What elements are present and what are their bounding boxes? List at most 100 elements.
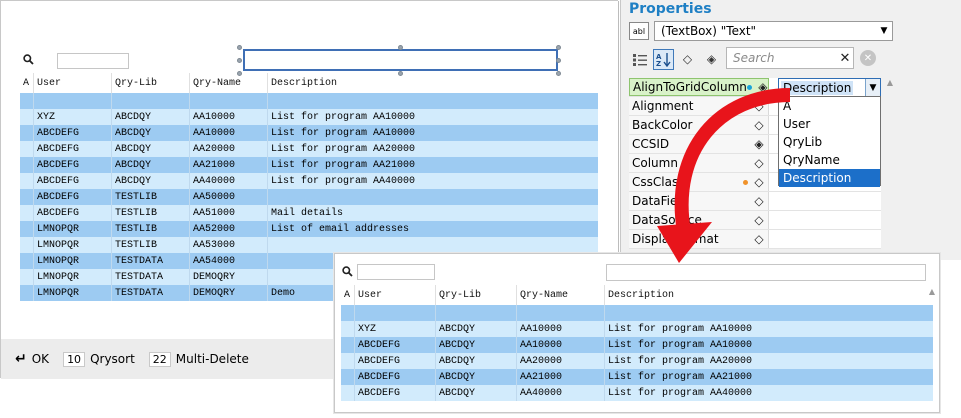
table-row[interactable] xyxy=(341,305,933,321)
properties-title: Properties xyxy=(629,1,712,17)
table-cell: ABCDQY xyxy=(112,173,190,189)
table-cell: LMNOPQR xyxy=(34,269,112,285)
table-cell xyxy=(20,237,34,253)
property-row[interactable]: DataField ◇ xyxy=(629,192,881,211)
selected-textbox[interactable] xyxy=(243,49,558,71)
column-header[interactable]: Description xyxy=(605,285,925,305)
table-row[interactable]: ABCDEFG ABCDQY AA21000 List for program AA2… xyxy=(20,157,598,173)
resize-handle[interactable] xyxy=(556,45,561,50)
property-search-input[interactable]: Search ✕ xyxy=(726,47,854,69)
textbox-type-icon: abl xyxy=(629,22,649,40)
multi-delete-key[interactable]: 22 Multi-Delete xyxy=(148,351,249,367)
property-label: Column xyxy=(632,156,678,170)
grid-scrollbar[interactable]: ▲ xyxy=(927,287,937,407)
table-cell: ABCDQY xyxy=(436,337,517,353)
table-row[interactable]: ABCDEFG ABCDQY AA10000 List for program AA1… xyxy=(20,125,598,141)
table-row[interactable]: XYZ ABCDQY AA10000 List for program AA10000 xyxy=(20,109,598,125)
cancel-search-icon[interactable]: ✕ xyxy=(860,50,876,66)
chevron-down-icon[interactable]: ▼ xyxy=(876,26,892,36)
column-header[interactable]: Qry-Name xyxy=(190,73,268,93)
property-row[interactable]: DataSource ◇ xyxy=(629,211,881,230)
table-row[interactable] xyxy=(20,93,598,109)
clear-icon[interactable]: ✕ xyxy=(837,51,853,66)
filter-input[interactable] xyxy=(357,264,435,280)
table-row[interactable]: ABCDEFG TESTLIB AA51000 Mail details xyxy=(20,205,598,221)
table-row[interactable]: ABCDEFG ABCDQY AA20000 List for program AA2… xyxy=(20,141,598,157)
table-cell: ABCDQY xyxy=(112,157,190,173)
description-filter-input[interactable] xyxy=(606,264,926,281)
table-cell: TESTLIB xyxy=(112,237,190,253)
alphabetical-sort-icon[interactable]: AZ xyxy=(653,48,674,70)
chevron-down-icon[interactable]: ▼ xyxy=(865,79,880,96)
column-header[interactable]: A xyxy=(20,73,34,93)
table-row[interactable]: ABCDEFG ABCDQY AA21000 List for program AA2… xyxy=(341,369,933,385)
property-value[interactable] xyxy=(769,211,881,229)
table-cell: ABCDQY xyxy=(436,353,517,369)
property-label: AlignToGridColumn xyxy=(633,80,747,94)
dropdown-option[interactable]: QryLib xyxy=(779,133,880,151)
property-name: DataSource ◇ xyxy=(629,211,769,229)
qrysort-key[interactable]: 10 Qrysort xyxy=(63,351,135,367)
property-diamond-icon[interactable]: ◈ xyxy=(758,80,768,94)
property-diamond-icon[interactable]: ◇ xyxy=(754,232,764,246)
dropdown-option[interactable]: A xyxy=(779,97,880,115)
column-header[interactable]: User xyxy=(34,73,112,93)
svg-text:Z: Z xyxy=(656,60,661,67)
events-diamond-icon[interactable]: ◈ xyxy=(701,49,722,70)
property-diamond-icon[interactable]: ◇ xyxy=(754,156,764,170)
property-diamond-icon[interactable]: ◈ xyxy=(754,137,764,151)
resize-handle[interactable] xyxy=(556,58,561,63)
table-row[interactable]: LMNOPQR TESTLIB AA52000 List of email addre… xyxy=(20,221,598,237)
property-row[interactable]: DisplayFormat ◇ xyxy=(629,230,881,249)
table-row[interactable]: XYZ ABCDQY AA10000 List for program AA10000 xyxy=(341,321,933,337)
table-cell: ABCDEFG xyxy=(355,353,436,369)
align-value: Description xyxy=(781,80,854,95)
column-header[interactable]: Qry-Lib xyxy=(436,285,517,305)
table-cell: List for program AA20000 xyxy=(608,355,753,367)
categorized-view-icon[interactable] xyxy=(629,49,650,70)
dropdown-option[interactable]: User xyxy=(779,115,880,133)
property-value[interactable] xyxy=(769,230,881,248)
scroll-up-icon[interactable]: ▲ xyxy=(927,287,937,296)
table-row[interactable]: ABCDEFG ABCDQY AA20000 List for program AA2… xyxy=(341,353,933,369)
scroll-up-icon[interactable]: ▲ xyxy=(885,78,895,87)
object-combo[interactable]: (TextBox) "Text" ▼ xyxy=(654,21,893,41)
table-cell: LMNOPQR xyxy=(34,253,112,269)
property-diamond-icon[interactable]: ◇ xyxy=(754,213,764,227)
table-cell xyxy=(20,221,34,237)
table-row[interactable]: LMNOPQR TESTLIB AA53000 xyxy=(20,237,598,253)
table-row[interactable]: ABCDEFG TESTLIB AA50000 xyxy=(20,189,598,205)
table-row[interactable]: ABCDEFG ABCDQY AA10000 List for program AA1… xyxy=(341,337,933,353)
table-row[interactable]: ABCDEFG ABCDQY AA40000 List for program AA4… xyxy=(341,385,933,401)
table-cell: AA10000 xyxy=(517,337,605,353)
property-diamond-icon[interactable]: ◇ xyxy=(754,99,764,113)
column-header[interactable]: User xyxy=(355,285,436,305)
properties-diamond-icon[interactable]: ◇ xyxy=(677,49,698,70)
align-to-grid-column-combo[interactable]: Description ▼ xyxy=(778,78,881,97)
property-diamond-icon[interactable]: ◇ xyxy=(754,175,764,189)
column-header[interactable]: A xyxy=(341,285,355,305)
property-diamond-icon[interactable]: ◇ xyxy=(754,118,764,132)
table-row[interactable]: ABCDEFG ABCDQY AA40000 List for program AA4… xyxy=(20,173,598,189)
filter-input[interactable] xyxy=(57,53,129,69)
dropdown-option[interactable]: Description xyxy=(779,169,880,187)
table-cell xyxy=(20,205,34,221)
column-header[interactable]: Qry-Name xyxy=(517,285,605,305)
column-header[interactable]: Qry-Lib xyxy=(112,73,190,93)
resize-handle[interactable] xyxy=(237,58,242,63)
property-diamond-icon[interactable]: ◇ xyxy=(754,194,764,208)
table-cell: ABCDEFG xyxy=(34,141,112,157)
ok-key[interactable]: ↵ OK xyxy=(15,351,49,367)
property-label: DataField xyxy=(632,194,689,208)
table-cell: TESTDATA xyxy=(112,285,190,301)
property-scrollbar[interactable]: ▲ xyxy=(885,78,895,258)
object-selector[interactable]: abl (TextBox) "Text" ▼ xyxy=(629,21,893,41)
resize-handle[interactable] xyxy=(237,45,242,50)
table-cell xyxy=(268,237,598,253)
property-value[interactable] xyxy=(769,192,881,210)
resize-handle[interactable] xyxy=(398,45,403,50)
table-cell: ABCDQY xyxy=(112,109,190,125)
column-header[interactable]: Description xyxy=(268,73,598,93)
dropdown-option[interactable]: QryName xyxy=(779,151,880,169)
table-cell xyxy=(20,253,34,269)
